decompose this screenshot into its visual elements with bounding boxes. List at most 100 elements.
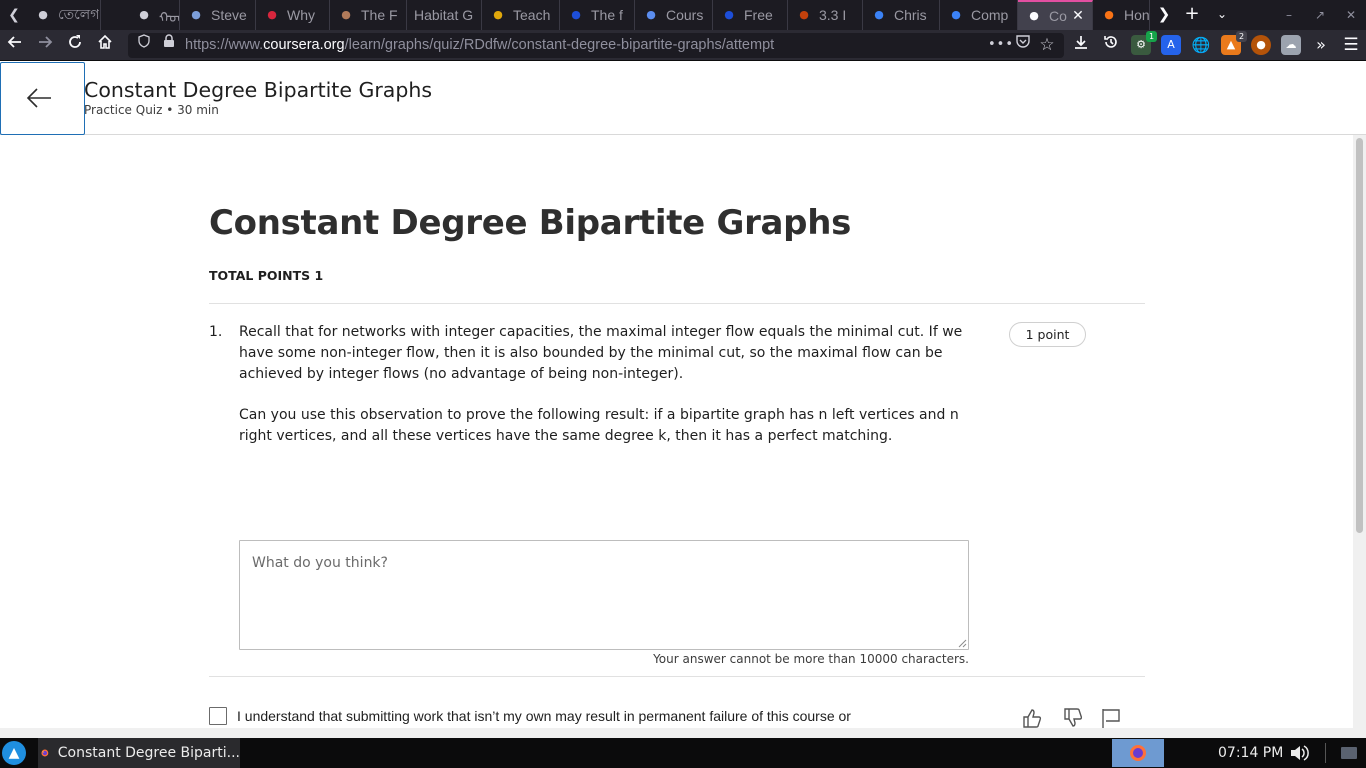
tray-firefox-button[interactable] <box>1112 739 1164 767</box>
close-window-icon[interactable]: ✕ <box>1336 0 1366 30</box>
report-flag-icon[interactable] <box>1100 707 1122 729</box>
key-icon: ● <box>493 8 503 21</box>
script-icon: ● <box>139 8 149 21</box>
forward-icon[interactable] <box>33 34 57 56</box>
browser-tab[interactable]: ● 3.3 I <box>788 0 863 30</box>
restore-window-icon[interactable]: ↗ <box>1305 0 1335 30</box>
thumbs-down-icon[interactable] <box>1062 707 1084 729</box>
new-tab-icon[interactable]: + <box>1178 0 1206 30</box>
divider <box>209 303 1145 304</box>
browser-tab[interactable]: ● The f <box>560 0 635 30</box>
question-text-paragraph-1: Recall that for networks with integer ca… <box>239 324 963 382</box>
tab-title: Co <box>1049 8 1067 24</box>
question-points-badge: 1 point <box>1009 322 1086 347</box>
horizontal-scrollbar[interactable] <box>0 728 1366 738</box>
character-limit-note: Your answer cannot be more than 10000 ch… <box>653 652 969 666</box>
tab-title: Chris <box>894 7 927 23</box>
header-title: Constant Degree Bipartite Graphs <box>84 78 433 102</box>
firefox-icon <box>41 749 49 757</box>
browser-tab[interactable]: ● Steve <box>180 0 256 30</box>
question-text-paragraph-2: Can you use this observation to prove th… <box>239 407 959 444</box>
close-tab-icon[interactable]: ✕ <box>1070 8 1086 24</box>
c-logo-icon: ● <box>724 8 734 21</box>
tab-title: 3.3 I <box>819 7 847 23</box>
extension-badge-count: 1 <box>1146 31 1157 42</box>
textarea-resize-handle[interactable] <box>957 638 967 648</box>
browser-tab[interactable]: ● Chris <box>863 0 940 30</box>
hamburger-menu-icon[interactable]: ☰ <box>1339 34 1363 56</box>
browser-tab[interactable]: Habitat G <box>407 0 482 30</box>
browser-tab[interactable]: ● The F <box>330 0 407 30</box>
tab-title: ᠬᠣᠩ <box>159 9 179 25</box>
show-desktop-icon[interactable] <box>1339 743 1359 763</box>
cookie-extension-icon[interactable]: ● <box>1251 35 1271 55</box>
tab-title: Steve <box>211 7 247 23</box>
downloads-icon[interactable] <box>1069 34 1093 56</box>
header-subtitle: Practice Quiz • 30 min <box>84 103 219 117</box>
tab-title: Free <box>744 7 773 23</box>
page-actions-more-icon[interactable]: ••• <box>988 34 1013 56</box>
thumbs-up-icon[interactable] <box>1021 707 1043 729</box>
graduation-cap-icon: ● <box>874 8 884 21</box>
clock[interactable]: 07:14 PM <box>1218 738 1283 768</box>
tab-title: Habitat G <box>414 7 474 23</box>
browser-tab[interactable]: ● ᠬᠣᠩ <box>128 0 180 30</box>
back-to-course-button[interactable] <box>0 62 85 135</box>
os-taskbar: ▲ Constant Degree Biparti... 07:14 PM <box>0 738 1366 768</box>
app-launcher-icon[interactable]: ▲ <box>2 741 26 765</box>
browser-tab[interactable]: ● Cours <box>635 0 713 30</box>
avatar-icon: ● <box>341 8 351 21</box>
url-bar[interactable]: https://www.coursera.org/learn/graphs/qu… <box>128 33 1064 58</box>
list-all-tabs-icon[interactable]: ⌄ <box>1208 0 1236 30</box>
c-logo-icon: ● <box>571 8 581 21</box>
bookmark-star-icon[interactable]: ☆ <box>1036 34 1058 56</box>
total-points: TOTAL POINTS 1 <box>209 268 324 283</box>
cloud-extension-icon[interactable]: ☁ <box>1281 35 1301 55</box>
translate-extension-icon[interactable]: A <box>1161 35 1181 55</box>
s-logo-icon: ● <box>267 8 277 21</box>
divider <box>209 676 1145 677</box>
honor-code-checkbox[interactable] <box>209 707 227 725</box>
browser-tab[interactable]: ● Hon <box>1093 0 1150 30</box>
minimize-window-icon[interactable]: – <box>1274 0 1304 30</box>
pocket-icon[interactable] <box>1012 34 1034 56</box>
taskbar-window-item[interactable]: Constant Degree Biparti... <box>38 738 240 768</box>
more-tools-chevron-icon[interactable]: » <box>1309 34 1333 56</box>
tab-title: Cours <box>666 7 704 23</box>
extension-badge-count: 2 <box>1236 31 1247 42</box>
tab-title: Teach <box>513 7 551 23</box>
browser-tab[interactable]: ● Comp <box>940 0 1018 30</box>
page-scrollbar[interactable] <box>1353 135 1366 728</box>
scrollbar-thumb[interactable] <box>1356 138 1363 533</box>
history-icon[interactable] <box>1099 34 1123 56</box>
tab-title: Comp <box>971 7 1009 23</box>
tab-active[interactable]: ● Co ✕ <box>1018 0 1093 30</box>
u-logo-icon: ● <box>951 8 961 21</box>
taskbar-window-title: Constant Degree Biparti... <box>57 745 240 761</box>
globe-extension-icon[interactable]: 🌐 <box>1191 35 1211 55</box>
url-text[interactable]: https://www.coursera.org/learn/graphs/qu… <box>185 33 774 58</box>
answer-textarea[interactable] <box>239 540 969 650</box>
browser-tab[interactable]: ● Teach <box>482 0 560 30</box>
ring-icon: ● <box>38 8 48 21</box>
tab-title: Hon <box>1124 7 1149 23</box>
firefox-icon <box>1130 745 1146 761</box>
reload-icon[interactable] <box>63 34 87 56</box>
scroll-tabs-right-icon[interactable]: ❯ <box>1150 0 1178 30</box>
home-icon[interactable] <box>93 34 117 56</box>
arrow-left-icon <box>26 88 51 108</box>
back-icon[interactable] <box>3 34 27 56</box>
lock-icon[interactable] <box>158 34 180 56</box>
browser-tab[interactable]: ● Why <box>256 0 330 30</box>
browser-toolbar: https://www.coursera.org/learn/graphs/qu… <box>0 30 1366 61</box>
question-number: 1. <box>209 324 223 340</box>
tab-title: The f <box>591 7 623 23</box>
extension-green-icon[interactable]: ⚙ 1 <box>1131 31 1157 55</box>
tracking-protection-shield-icon[interactable] <box>133 34 155 56</box>
browser-tab[interactable]: ● Free <box>713 0 788 30</box>
orange-extension-icon[interactable]: ▲ 2 <box>1221 31 1247 55</box>
quiz-title: Constant Degree Bipartite Graphs <box>209 203 852 243</box>
tab-title: The F <box>361 7 398 23</box>
volume-icon[interactable] <box>1289 743 1309 763</box>
browser-tab[interactable]: ● তেলেগ <box>27 0 101 30</box>
